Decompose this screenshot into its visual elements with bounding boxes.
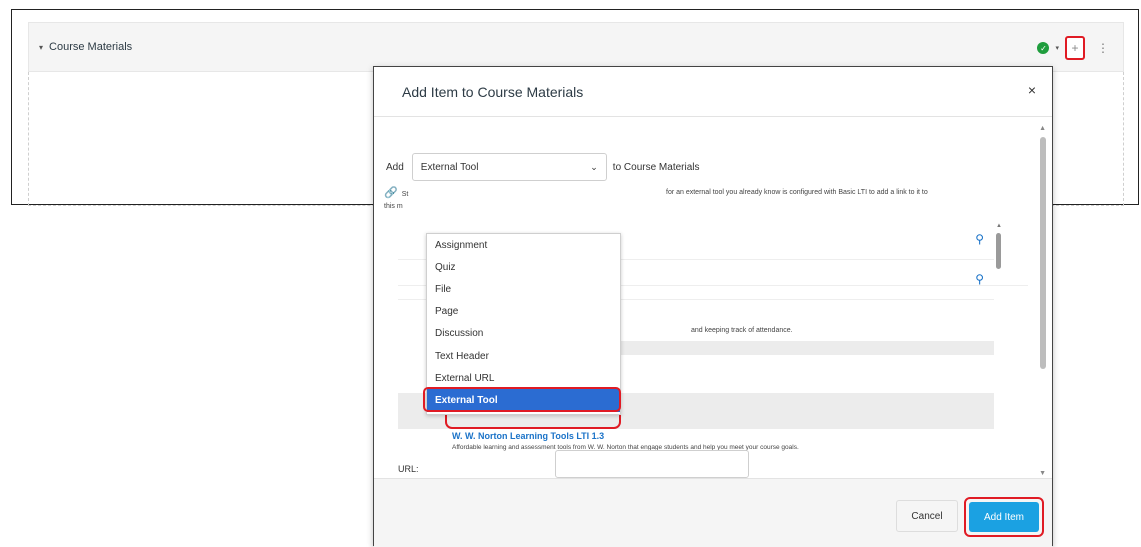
- chevron-down-icon: ⌄: [590, 161, 598, 172]
- modal-body: ▲ ▼ Add External Tool ⌄ to Course Materi…: [374, 117, 1052, 478]
- modal-title: Add Item to Course Materials: [402, 83, 584, 100]
- dropdown-option[interactable]: Page: [427, 301, 620, 323]
- module-header[interactable]: ▾ Course Materials ✓ ▾ + ⋮: [28, 22, 1124, 72]
- help-text: 🔗 St this m for an external tool you alre…: [384, 187, 1014, 213]
- to-module-label: to Course Materials: [612, 161, 700, 173]
- scroll-up-arrow-icon[interactable]: ▲: [996, 223, 1002, 229]
- add-item-highlight: Add Item: [964, 497, 1044, 537]
- item-type-select[interactable]: External Tool ⌄: [411, 153, 607, 181]
- modal-footer: Cancel Add Item: [374, 478, 1052, 547]
- add-item-button[interactable]: Add Item: [969, 502, 1039, 532]
- add-label: Add: [386, 161, 404, 173]
- dropdown-option[interactable]: External URL: [427, 367, 620, 389]
- tool-list-scrollbar[interactable]: ▲: [996, 223, 1002, 283]
- url-label: URL:: [398, 464, 419, 474]
- modal-header: Add Item to Course Materials ×: [374, 67, 1052, 117]
- module-tools: ✓ ▾ + ⋮: [1037, 36, 1109, 60]
- help-text-left-2: this m: [384, 203, 403, 210]
- cancel-button[interactable]: Cancel: [896, 500, 958, 532]
- close-icon[interactable]: ×: [1028, 82, 1036, 98]
- dropdown-option[interactable]: File: [427, 278, 620, 300]
- item-type-value: External Tool: [420, 161, 479, 173]
- external-tool-highlight: [423, 387, 621, 412]
- help-text-right: for an external tool you already know is…: [666, 189, 928, 196]
- scroll-up-arrow-icon[interactable]: ▲: [1039, 125, 1046, 132]
- modal-scrollbar[interactable]: ▲ ▼: [1038, 125, 1046, 477]
- link-icon: 🔗: [384, 187, 398, 199]
- add-item-plus-button[interactable]: +: [1065, 36, 1085, 60]
- dropdown-option[interactable]: Quiz: [427, 256, 620, 278]
- search-icon[interactable]: ⚲: [975, 272, 984, 286]
- modal-scroll-thumb[interactable]: [1040, 137, 1046, 369]
- url-input[interactable]: [555, 450, 749, 478]
- add-type-row: Add External Tool ⌄ to Course Materials: [386, 153, 700, 181]
- publish-caret-icon[interactable]: ▾: [1055, 44, 1059, 52]
- module-title-text: Course Materials: [49, 41, 133, 53]
- add-item-modal: Add Item to Course Materials × ▲ ▼ Add E…: [373, 66, 1053, 547]
- help-text-left: St: [401, 191, 409, 198]
- dropdown-option[interactable]: Text Header: [427, 345, 620, 367]
- published-check-icon[interactable]: ✓: [1037, 42, 1050, 54]
- collapse-caret-icon[interactable]: ▾: [39, 43, 43, 52]
- module-title[interactable]: ▾ Course Materials: [39, 41, 132, 53]
- tool-list-scroll-thumb[interactable]: [996, 233, 1001, 269]
- scroll-down-arrow-icon[interactable]: ▼: [1039, 470, 1046, 477]
- dropdown-option[interactable]: Discussion: [427, 323, 620, 345]
- tool-name[interactable]: W. W. Norton Learning Tools LTI 1.3: [452, 431, 994, 441]
- kebab-menu-icon[interactable]: ⋮: [1091, 41, 1109, 55]
- dropdown-option[interactable]: Assignment: [427, 234, 620, 256]
- search-icon[interactable]: ⚲: [975, 232, 984, 246]
